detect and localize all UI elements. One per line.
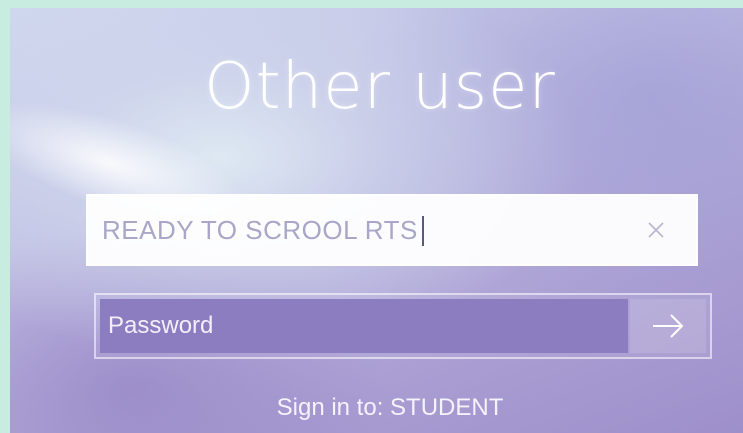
page-title: Other user [204, 50, 556, 124]
text-caret [422, 216, 424, 246]
username-field[interactable] [86, 194, 698, 266]
password-input[interactable] [100, 299, 628, 353]
sign-in-target: Sign in to: STUDENT [276, 394, 504, 421]
username-input[interactable] [102, 196, 622, 264]
submit-button[interactable] [630, 299, 706, 353]
arrow-right-icon [653, 314, 684, 338]
password-field[interactable] [94, 293, 712, 359]
close-icon[interactable] [640, 214, 672, 246]
lock-screen: Other user Sign in to: STUDENT [10, 8, 743, 433]
